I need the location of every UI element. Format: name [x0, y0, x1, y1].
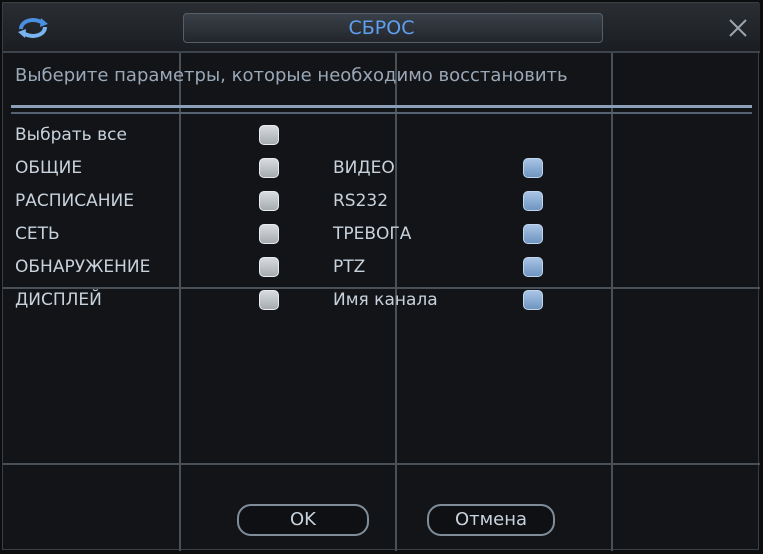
ok-button[interactable]: OK: [237, 504, 369, 536]
reset-dialog: СБРОС Выберите параметры, которые необхо…: [2, 2, 760, 551]
checkbox-channel-name[interactable]: [523, 290, 543, 310]
select-all-checkbox[interactable]: [259, 125, 279, 145]
checkbox-schedule[interactable]: [259, 191, 279, 211]
separator: [11, 112, 752, 114]
option-label-display: ДИСПЛЕЙ: [15, 290, 102, 310]
separator: [11, 105, 752, 108]
option-label-rs232: RS232: [333, 191, 389, 211]
grid-line: [611, 3, 613, 551]
close-icon[interactable]: [727, 17, 749, 39]
checkbox-rs232[interactable]: [523, 191, 543, 211]
option-label-network: СЕТЬ: [15, 224, 60, 244]
checkbox-display[interactable]: [259, 290, 279, 310]
checkbox-general[interactable]: [259, 158, 279, 178]
option-label-detection: ОБНАРУЖЕНИЕ: [15, 257, 151, 277]
select-all-label: Выбрать все: [15, 125, 127, 145]
checkbox-video[interactable]: [523, 158, 543, 178]
checkbox-alarm[interactable]: [523, 224, 543, 244]
option-label-channel-name: Имя канала: [333, 290, 438, 310]
option-label-ptz: PTZ: [333, 257, 366, 277]
grid-line: [3, 463, 760, 465]
option-label-video: ВИДЕО: [333, 158, 395, 178]
option-label-schedule: РАСПИСАНИЕ: [15, 191, 134, 211]
dialog-title: СБРОС: [348, 17, 415, 39]
checkbox-detection[interactable]: [259, 257, 279, 277]
title-bar: СБРОС: [3, 3, 760, 53]
checkbox-ptz[interactable]: [523, 257, 543, 277]
checkbox-network[interactable]: [259, 224, 279, 244]
option-label-alarm: ТРЕВОГА: [333, 224, 412, 244]
cancel-button[interactable]: Отмена: [427, 504, 555, 536]
option-label-general: ОБЩИЕ: [15, 158, 83, 178]
dialog-subtitle: Выберите параметры, которые необходимо в…: [15, 65, 568, 86]
